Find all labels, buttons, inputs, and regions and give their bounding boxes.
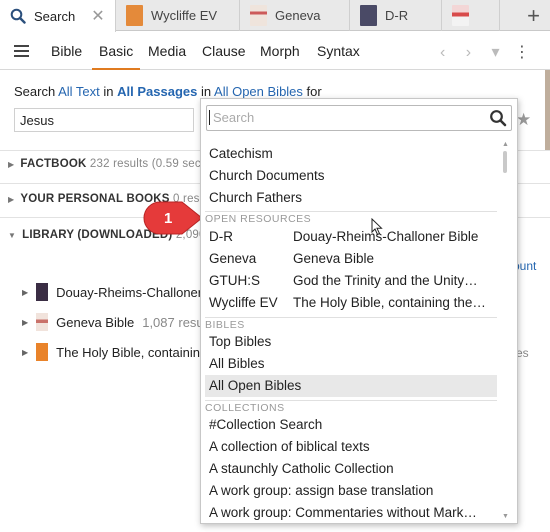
search-icon[interactable]	[489, 109, 507, 127]
section-title: FACTBOOK	[20, 158, 87, 170]
tab-label: D-R	[385, 8, 409, 23]
expand-icon: ▶	[22, 317, 29, 327]
bible-scope-item[interactable]: All Bibles	[209, 353, 497, 375]
library-book-row[interactable]: ▶ Geneva Bible 1,087 results	[22, 313, 217, 331]
mode-basic[interactable]: Basic	[92, 32, 141, 70]
scope-dropdown: Search Catechism Church Documents Church…	[200, 98, 518, 524]
expand-icon: ▶	[22, 287, 29, 297]
more-options-icon[interactable]: ⋮	[514, 42, 530, 62]
scope-in: in	[103, 84, 114, 99]
tab-wycliffe[interactable]: Wycliffe EV	[116, 0, 240, 31]
book-cover-icon	[360, 5, 377, 26]
scope-text-link[interactable]: All Text	[58, 84, 100, 99]
mode-media[interactable]: Media	[148, 32, 186, 70]
expand-icon: ▶	[22, 347, 29, 357]
open-resource-item[interactable]: Geneva Geneva Bible	[209, 248, 497, 270]
book-title: Douay-Rheims-Challoner B	[56, 284, 215, 300]
factbook-section[interactable]: ▶ FACTBOOK 232 results (0.59 sec	[8, 158, 201, 170]
open-resource-item[interactable]: D-R Douay-Rheims-Challoner Bible	[209, 226, 497, 248]
mode-clause[interactable]: Clause	[202, 32, 246, 70]
resource-name: God the Trinity and the Unity…	[293, 273, 478, 288]
mode-syntax[interactable]: Syntax	[317, 32, 360, 70]
bible-scope-item[interactable]: Top Bibles	[209, 331, 497, 353]
tab-label: Geneva	[275, 8, 321, 23]
divider	[205, 211, 497, 212]
expand-icon: ▶	[8, 160, 15, 169]
bible-scope-item-selected[interactable]: All Open Bibles	[205, 375, 497, 397]
dropdown-item[interactable]: Catechism	[209, 143, 497, 165]
tab-label: Wycliffe EV	[151, 8, 218, 23]
library-book-row[interactable]: ▶ Douay-Rheims-Challoner B	[22, 283, 214, 301]
tab-untitled[interactable]	[442, 0, 500, 31]
bibles-header: BIBLES	[205, 319, 245, 331]
collection-item[interactable]: A work group: assign base translation	[209, 480, 497, 502]
star-icon[interactable]: ★	[516, 110, 531, 130]
tab-label: Search	[34, 8, 76, 24]
resource-name: Douay-Rheims-Challoner Bible	[293, 229, 479, 244]
library-book-row[interactable]: ▶ The Holy Bible, containing	[22, 343, 207, 361]
book-cover-icon	[36, 283, 49, 301]
open-resource-item[interactable]: GTUH:S God the Trinity and the Unity…	[209, 270, 497, 292]
tab-dr[interactable]: D-R	[350, 0, 442, 31]
scope-passages-link[interactable]: All Passages	[117, 84, 197, 99]
resource-abbr: Wycliffe EV	[209, 295, 278, 310]
book-cover-icon	[452, 5, 469, 26]
window-edge	[545, 70, 550, 150]
dropdown-item[interactable]: Church Documents	[209, 165, 497, 187]
tab-strip: Search ✕ Wycliffe EV Geneva D-R +	[0, 0, 550, 32]
query-input[interactable]: Jesus	[14, 108, 194, 132]
collection-item[interactable]: #Collection Search	[209, 414, 497, 436]
resource-abbr: Geneva	[209, 251, 257, 266]
book-cover-icon	[36, 313, 49, 331]
open-resource-item[interactable]: Wycliffe EV The Holy Bible, containing th…	[209, 292, 497, 314]
collection-item[interactable]: A work group: Commentaries without Mark…	[209, 502, 497, 523]
search-mode-bar: Bible Basic Media Clause Morph Syntax ‹ …	[0, 32, 550, 70]
callout-number: 1	[164, 210, 172, 227]
menu-icon[interactable]	[14, 45, 29, 57]
text-caret	[209, 110, 210, 125]
search-scope-line: Search All Text in All Passages in All O…	[14, 84, 322, 99]
mode-bible[interactable]: Bible	[51, 32, 82, 70]
collection-item[interactable]: A collection of biblical texts	[209, 436, 497, 458]
divider	[205, 317, 497, 318]
scroll-down-icon[interactable]: ▼	[502, 513, 509, 520]
resource-name: The Holy Bible, containing the…	[293, 295, 486, 310]
section-count: 232 results (0.59 sec	[89, 158, 201, 170]
open-resources-header: OPEN RESOURCES	[205, 213, 312, 225]
scope-in: in	[201, 84, 212, 99]
resource-abbr: GTUH:S	[209, 273, 261, 288]
resource-abbr: D-R	[209, 229, 233, 244]
expand-icon: ▶	[8, 195, 15, 204]
scroll-up-icon[interactable]: ▲	[502, 141, 509, 148]
collections-header: COLLECTIONS	[205, 402, 285, 414]
history-arrows-icon[interactable]: ‹ › ▾	[440, 42, 508, 62]
mode-morph[interactable]: Morph	[260, 32, 300, 70]
resource-name: Geneva Bible	[293, 251, 375, 266]
new-tab-button[interactable]: +	[527, 3, 540, 29]
book-title: The Holy Bible, containing	[56, 344, 208, 360]
book-title: Geneva Bible	[56, 314, 135, 330]
dropdown-scrollbar[interactable]	[503, 151, 507, 173]
divider	[205, 400, 497, 401]
book-cover-icon	[250, 5, 267, 26]
search-icon	[10, 8, 26, 24]
tab-geneva[interactable]: Geneva	[240, 0, 350, 31]
scope-bibles-link[interactable]: All Open Bibles	[214, 84, 303, 99]
dropdown-search-input[interactable]: Search	[206, 105, 512, 131]
mouse-cursor-icon	[371, 218, 383, 236]
book-cover-icon	[126, 5, 143, 26]
dropdown-item[interactable]: Church Fathers	[209, 187, 497, 209]
book-cover-icon	[36, 343, 49, 361]
collection-item[interactable]: A staunchly Catholic Collection	[209, 458, 497, 480]
search-prefix: Search	[14, 84, 56, 99]
search-suffix: for	[306, 84, 322, 99]
tab-search[interactable]: Search ✕	[0, 0, 116, 32]
collapse-icon: ▼	[8, 231, 17, 240]
close-icon[interactable]: ✕	[91, 6, 104, 26]
step-callout: 1	[143, 201, 203, 235]
